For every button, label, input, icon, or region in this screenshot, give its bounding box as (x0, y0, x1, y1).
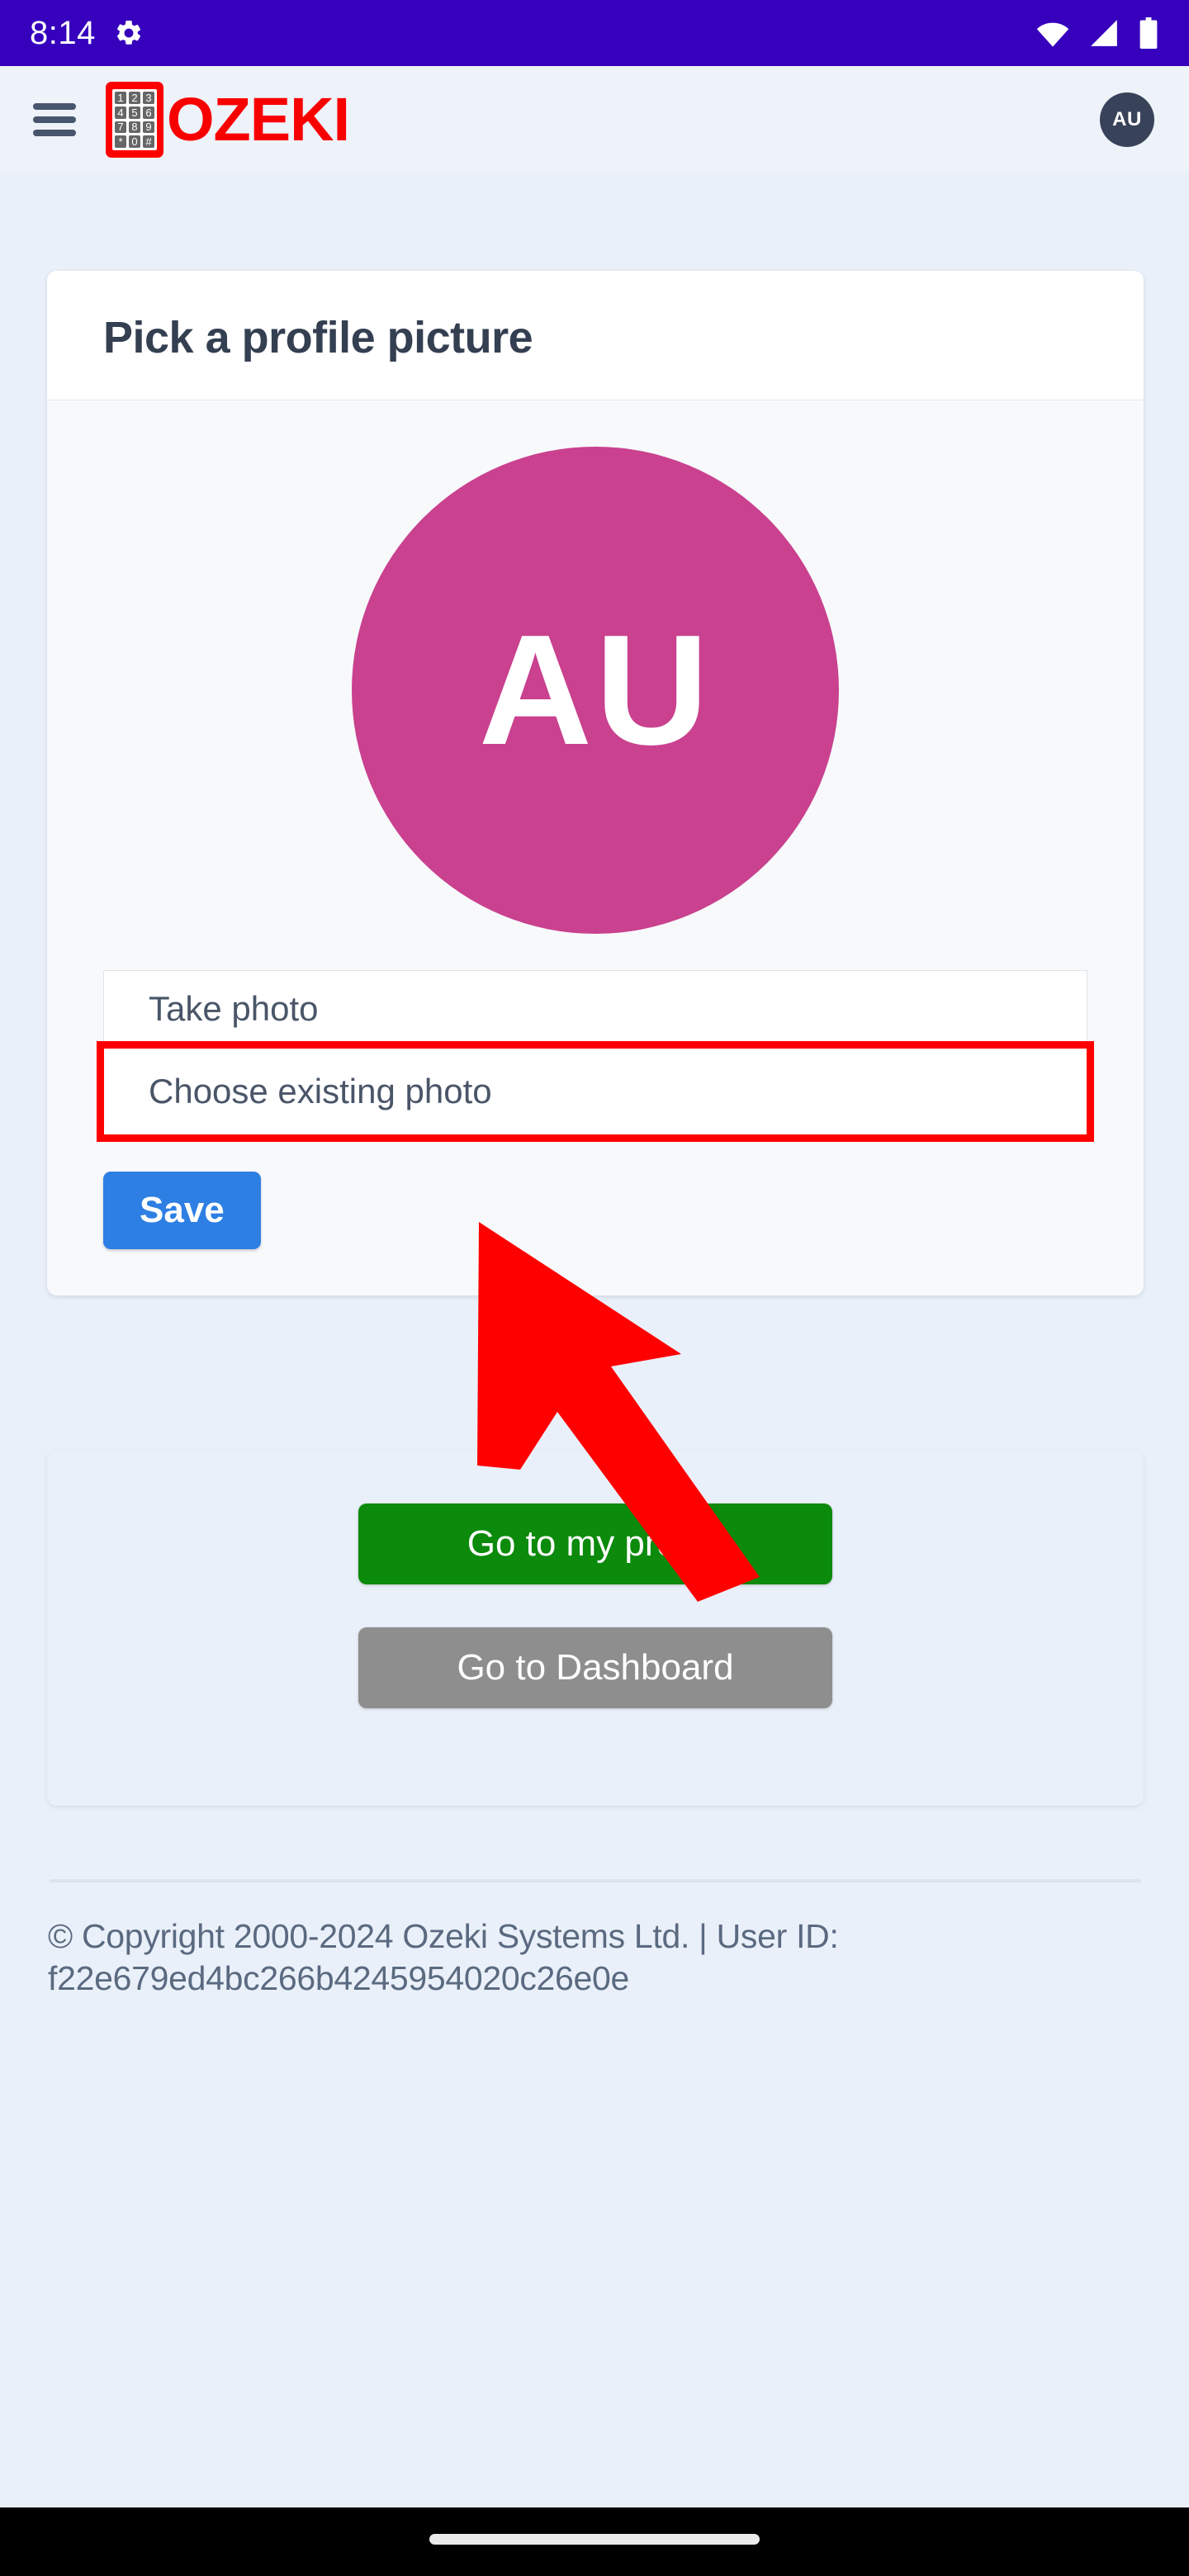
option-choose-existing-photo[interactable]: Choose existing photo (97, 1041, 1094, 1142)
keypad-key: 1 (115, 92, 126, 104)
footer-divider (50, 1879, 1141, 1882)
option-label: Take photo (149, 989, 319, 1028)
navigation-card: Go to my profile Go to Dashboard (47, 1451, 1144, 1806)
status-bar: 8:14 (0, 0, 1189, 66)
signal-icon (1091, 20, 1117, 46)
keypad-key: 8 (129, 121, 140, 134)
wifi-icon (1036, 22, 1069, 47)
go-to-dashboard-button[interactable]: Go to Dashboard (358, 1627, 832, 1708)
gear-icon (116, 20, 140, 45)
card-body: AU Take photo Choose existing photo Save (47, 400, 1144, 1295)
keypad-key: # (143, 135, 154, 148)
keypad-grid: 1 2 3 4 5 6 7 8 9 * 0 # (112, 89, 157, 150)
app-header: 1 2 3 4 5 6 7 8 9 * 0 # OZEKI AU (0, 66, 1189, 173)
option-label: Choose existing photo (149, 1071, 492, 1110)
photo-source-list: Take photo Choose existing photo (97, 970, 1094, 1142)
profile-picture-card: Pick a profile picture AU Take photo Cho… (47, 271, 1144, 1295)
battery-icon (1139, 17, 1158, 49)
keypad-key: 3 (143, 92, 154, 104)
logo-wordmark: OZEKI (167, 85, 350, 154)
keypad-key: 5 (129, 106, 140, 119)
keypad-key: 9 (143, 121, 154, 134)
home-indicator[interactable] (429, 2534, 760, 2545)
profile-avatar-preview: AU (352, 447, 839, 934)
ozeki-logo[interactable]: 1 2 3 4 5 6 7 8 9 * 0 # OZEKI (106, 82, 350, 158)
keypad-key: 6 (143, 106, 154, 119)
footer-copyright: © Copyright 2000-2024 Ozeki Systems Ltd.… (48, 1917, 839, 1998)
go-to-my-profile-button[interactable]: Go to my profile (358, 1503, 832, 1584)
page-title: Pick a profile picture (103, 313, 533, 362)
option-take-photo[interactable]: Take photo (103, 970, 1087, 1048)
status-bar-left: 8:14 (30, 15, 144, 52)
keypad-key: 2 (129, 92, 140, 104)
system-navigation-bar (0, 2507, 1189, 2576)
save-button[interactable]: Save (103, 1172, 261, 1249)
keypad-key: * (115, 135, 126, 148)
card-header: Pick a profile picture (47, 271, 1144, 400)
keypad-key: 7 (115, 121, 126, 134)
keypad-key: 4 (115, 106, 126, 119)
status-bar-right (1035, 17, 1159, 49)
keypad-key: 0 (129, 135, 140, 148)
keypad-icon: 1 2 3 4 5 6 7 8 9 * 0 # (106, 82, 163, 158)
hamburger-menu-icon[interactable] (33, 103, 76, 136)
status-bar-clock: 8:14 (30, 14, 96, 51)
avatar[interactable]: AU (1100, 92, 1154, 147)
